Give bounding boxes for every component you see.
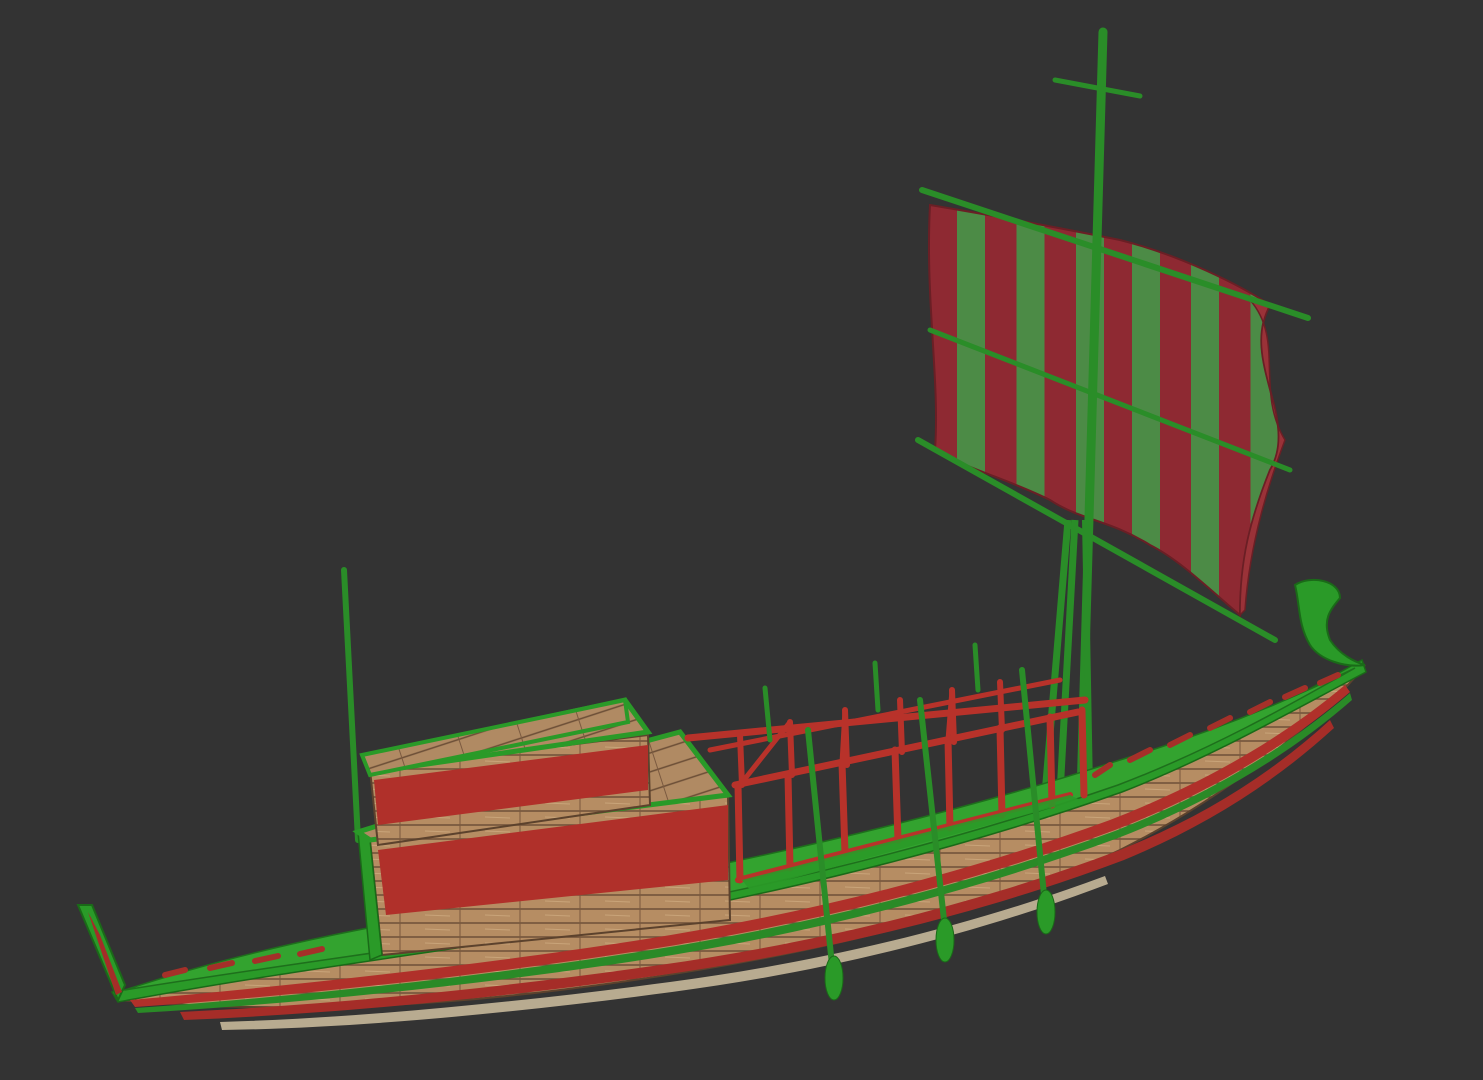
oar-3-blade [1036,889,1056,935]
render-viewport [0,0,1483,1080]
oar-1-blade [824,955,844,1001]
oar-back-3 [972,642,981,693]
ship-scene [0,0,1483,1080]
oar-back-2 [872,660,881,713]
oar-2-blade [935,917,955,963]
